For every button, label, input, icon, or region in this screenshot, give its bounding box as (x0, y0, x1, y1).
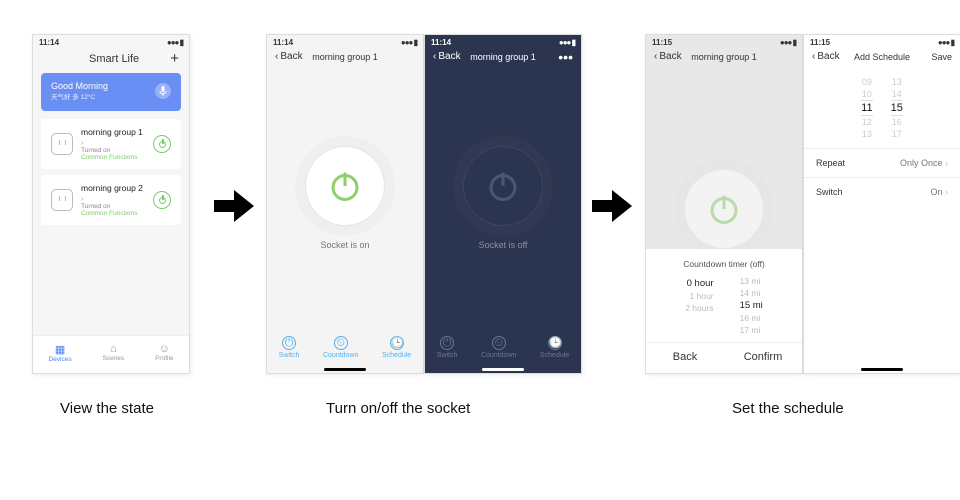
countdown-sheet: Countdown timer (off) 0 hour 1 hour 2 ho… (646, 249, 802, 373)
app-title: Smart Life (58, 53, 170, 65)
page-title: morning group 1 (467, 52, 539, 62)
home-indicator (482, 368, 524, 371)
signal-icon: ●●● ▮ (559, 38, 575, 47)
power-icon[interactable] (153, 135, 171, 153)
back-button[interactable]: ‹ Back (812, 51, 846, 62)
arrow-icon (214, 190, 254, 222)
back-button[interactable]: ‹ Back (433, 51, 467, 62)
clock: 11:14 (273, 38, 293, 47)
plug-icon (51, 189, 73, 211)
switch-value: On (930, 187, 948, 197)
add-schedule-phone: 11:15 ●●● ▮ ‹ Back Add Schedule Save 09 1… (803, 34, 960, 374)
more-button[interactable]: ••• (539, 52, 573, 62)
device-status: Turned on (81, 147, 145, 154)
tab-switch[interactable]: ⏻Switch (437, 336, 458, 359)
countdown-phone: 11:15●●● ▮ ‹ Back morning group 1 Socket… (645, 34, 803, 374)
mic-icon[interactable] (155, 83, 171, 99)
clock: 11:14 (39, 38, 59, 47)
repeat-cell[interactable]: Repeat Only Once (804, 148, 960, 177)
power-icon[interactable] (153, 191, 171, 209)
countdown-back-button[interactable]: Back (646, 343, 724, 373)
clock: 11:14 (431, 38, 451, 47)
socket-status: Socket is on (320, 240, 369, 250)
tab-scenes[interactable]: ⌂Scenes (102, 343, 124, 363)
socket-off-phone: 11:14 ●●● ▮ ‹ Back morning group 1 ••• So… (424, 34, 582, 374)
app-header: Smart Life + (33, 47, 189, 73)
power-toggle[interactable] (305, 146, 385, 226)
tab-schedule[interactable]: 🕒Schedule (382, 336, 411, 359)
tab-countdown[interactable]: ⏲Countdown (323, 336, 358, 359)
device-name: morning group 2 (81, 183, 145, 203)
page-title: morning group 1 (309, 52, 381, 62)
tab-switch[interactable]: ⏻Switch (279, 336, 300, 359)
home-indicator (861, 368, 903, 371)
socket-status: Socket is off (479, 240, 528, 250)
socket-on-phone: 11:14 ●●● ▮ ‹ Back morning group 1 Socket… (266, 34, 424, 374)
switch-label: Switch (816, 187, 843, 197)
clock: 11:15 (810, 38, 830, 47)
device-name: morning group 1 (81, 127, 145, 147)
signal-icon: ●●● ▮ (167, 38, 183, 47)
device-status: Turned on (81, 203, 145, 210)
caption-schedule: Set the schedule (732, 400, 844, 417)
common-functions-link[interactable]: Common Functions (81, 154, 145, 161)
tab-devices[interactable]: ▦Devices (48, 343, 71, 363)
common-functions-link[interactable]: Common Functions (81, 210, 145, 217)
clock: 11:15 (652, 38, 672, 47)
switch-cell[interactable]: Switch On (804, 177, 960, 206)
tab-countdown[interactable]: ⏲Countdown (481, 336, 516, 359)
device-card[interactable]: morning group 2 Turned on Common Functio… (41, 175, 181, 225)
repeat-label: Repeat (816, 158, 845, 168)
tab-schedule[interactable]: 🕒Schedule (540, 336, 569, 359)
page-title: morning group 1 (688, 52, 760, 62)
status-bar: 11:14 ●●● ▮ (33, 35, 189, 47)
caption-view: View the state (60, 400, 154, 417)
arrow-icon (592, 190, 632, 222)
countdown-confirm-button[interactable]: Confirm (724, 343, 802, 373)
power-toggle[interactable] (684, 169, 764, 249)
add-device-button[interactable]: + (170, 50, 179, 67)
signal-icon: ●●● ▮ (780, 38, 796, 47)
countdown-title: Countdown timer (off) (646, 255, 802, 275)
signal-icon: ●●● ▮ (938, 38, 954, 47)
tab-bar: ▦Devices ⌂Scenes ☺Profile (33, 335, 189, 373)
repeat-value: Only Once (900, 158, 948, 168)
back-button[interactable]: ‹ Back (275, 51, 309, 62)
state-phone: 11:14 ●●● ▮ Smart Life + Good Morning 天气… (32, 34, 190, 374)
home-indicator (324, 368, 366, 371)
tab-profile[interactable]: ☺Profile (155, 343, 173, 363)
time-picker[interactable]: 09 10 11 12 13 13 14 15 16 17 (804, 68, 960, 148)
greeting: Good Morning (51, 81, 108, 91)
weather-card[interactable]: Good Morning 天气好 多 12°C (41, 73, 181, 111)
caption-toggle: Turn on/off the socket (326, 400, 470, 417)
countdown-picker[interactable]: 0 hour 1 hour 2 hours 13 mi 14 mi 15 mi … (646, 275, 802, 336)
weather-detail: 天气好 多 12°C (51, 91, 108, 101)
device-card[interactable]: morning group 1 Turned on Common Functio… (41, 119, 181, 169)
plug-icon (51, 133, 73, 155)
power-toggle[interactable] (463, 146, 543, 226)
save-button[interactable]: Save (918, 52, 952, 62)
back-button[interactable]: ‹ Back (654, 51, 688, 62)
signal-icon: ●●● ▮ (401, 38, 417, 47)
page-title: Add Schedule (846, 52, 918, 62)
